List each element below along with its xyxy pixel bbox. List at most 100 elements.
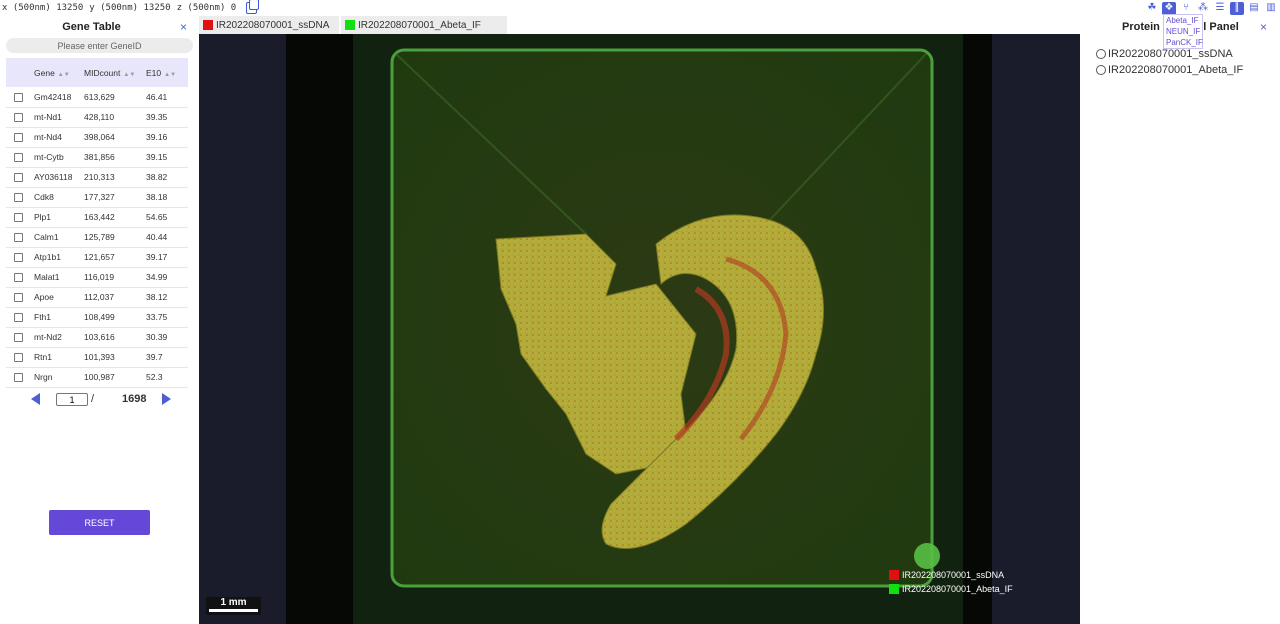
page-number-input[interactable] xyxy=(56,393,88,406)
table-row[interactable]: Atp1b1 121,657 39.17 xyxy=(6,247,188,267)
row-checkbox[interactable] xyxy=(14,273,23,283)
row-checkbox-cell xyxy=(6,267,30,287)
layer-option-abeta[interactable]: Abeta_IF xyxy=(1164,15,1202,26)
table-row[interactable]: mt-Nd4 398,064 39.16 xyxy=(6,127,188,147)
table-row[interactable]: Gm42418 613,629 46.41 xyxy=(6,87,188,107)
cell-midcount: 210,313 xyxy=(84,172,115,182)
cell-e10: 33.75 xyxy=(146,312,168,322)
row-checkbox[interactable] xyxy=(14,233,23,243)
row-checkbox[interactable] xyxy=(14,213,23,223)
column-e10[interactable]: E10 ▲︎▼︎ xyxy=(142,58,188,87)
sort-icon[interactable]: ▲︎▼︎ xyxy=(58,72,70,78)
cell-midcount: 108,499 xyxy=(84,312,115,322)
table-row[interactable]: Fth1 108,499 33.75 xyxy=(6,307,188,327)
pagination: / 1698 xyxy=(0,390,199,408)
row-checkbox[interactable] xyxy=(14,92,23,102)
table-row[interactable]: Cdk8 177,327 38.18 xyxy=(6,187,188,207)
protein-option-ssdna[interactable]: IR202208070001_ssDNA xyxy=(1096,48,1233,60)
cell-gene: Nrgn xyxy=(34,372,53,382)
cell-midcount: 112,037 xyxy=(84,292,115,302)
row-checkbox[interactable] xyxy=(14,353,23,363)
tissue-image[interactable] xyxy=(286,34,992,624)
bars-icon[interactable]: ∥ xyxy=(1230,1,1244,15)
close-icon[interactable]: × xyxy=(1260,20,1267,34)
next-page-icon[interactable] xyxy=(162,393,171,405)
layer-option-neun[interactable]: NEUN_IF xyxy=(1164,26,1202,37)
table-row[interactable]: Malat1 116,019 34.99 xyxy=(6,267,188,287)
cell-midcount: 121,657 xyxy=(84,252,115,262)
table-row[interactable]: Nrgn 100,987 52.3 xyxy=(6,367,188,387)
table-row[interactable]: mt-Cytb 381,856 39.15 xyxy=(6,147,188,167)
channel-legend: IR202208070001_ssDNA IR202208070001_Abet… xyxy=(889,570,1013,598)
reset-button[interactable]: RESET xyxy=(49,510,150,535)
row-checkbox[interactable] xyxy=(14,133,23,143)
copy-icon[interactable] xyxy=(246,0,260,14)
legend-label: IR202208070001_ssDNA xyxy=(902,570,1005,580)
row-checkbox[interactable] xyxy=(14,253,23,263)
z-coordinate: z (500nm) 0 xyxy=(176,3,237,13)
row-checkbox-cell xyxy=(6,87,30,107)
close-icon[interactable]: × xyxy=(180,20,187,34)
table-row[interactable]: mt-Nd2 103,616 30.39 xyxy=(6,327,188,347)
row-checkbox[interactable] xyxy=(14,293,23,303)
scale-bar-line xyxy=(209,609,258,612)
row-checkbox[interactable] xyxy=(14,333,23,343)
row-checkbox[interactable] xyxy=(14,193,23,203)
radio-button[interactable] xyxy=(1096,65,1106,75)
color-swatch xyxy=(203,20,213,30)
cell-gene: Atp1b1 xyxy=(34,252,61,262)
row-checkbox[interactable] xyxy=(14,173,23,183)
row-checkbox-cell xyxy=(6,167,30,187)
cell-e10: 54.65 xyxy=(146,212,168,222)
layer-dropdown: Abeta_IF NEUN_IF PanCK_IF xyxy=(1163,14,1203,49)
cell-gene: mt-Nd4 xyxy=(34,132,62,142)
cell-midcount: 103,616 xyxy=(84,332,115,342)
table-row[interactable]: Apoe 112,037 38.12 xyxy=(6,287,188,307)
table-row[interactable]: mt-Nd1 428,110 39.35 xyxy=(6,107,188,127)
tree-icon[interactable]: ⑂ xyxy=(1179,2,1193,15)
cell-gene: mt-Nd1 xyxy=(34,112,62,122)
document-icon[interactable]: ▥ xyxy=(1264,2,1278,15)
cell-midcount: 163,442 xyxy=(84,212,115,222)
cell-e10: 39.7 xyxy=(146,352,163,362)
panel-title: Gene Table xyxy=(62,21,121,33)
tab-abeta-if[interactable]: IR202208070001_Abeta_IF xyxy=(341,16,507,34)
protein-panel: Protein Channel Panel × IR202208070001_s… xyxy=(1080,16,1280,624)
network-icon[interactable]: ⁂ xyxy=(1196,2,1210,15)
table-row[interactable]: Rtn1 101,393 39.7 xyxy=(6,347,188,367)
row-checkbox-cell xyxy=(6,287,30,307)
nodes-icon[interactable]: ❖ xyxy=(1162,1,1176,15)
cell-midcount: 101,393 xyxy=(84,352,115,362)
x-coordinate: x (500nm) 13250 xyxy=(2,3,84,13)
table-header: Gene ▲︎▼︎ MIDcount ▲︎▼︎ E10 ▲︎▼︎ xyxy=(6,58,188,87)
notes-icon[interactable]: ▤ xyxy=(1247,2,1261,15)
cell-midcount: 398,064 xyxy=(84,132,115,142)
sliders-icon[interactable]: ☰ xyxy=(1213,2,1227,15)
tab-label: IR202208070001_Abeta_IF xyxy=(358,19,481,31)
lasso-icon[interactable]: ☘ xyxy=(1145,2,1159,15)
row-checkbox-cell xyxy=(6,347,30,367)
cell-midcount: 428,110 xyxy=(84,112,115,122)
table-row[interactable]: Plp1 163,442 54.65 xyxy=(6,207,188,227)
gene-search-input[interactable] xyxy=(6,38,193,53)
sort-icon[interactable]: ▲︎▼︎ xyxy=(164,72,176,78)
layer-option-panck[interactable]: PanCK_IF xyxy=(1164,37,1203,48)
row-checkbox[interactable] xyxy=(14,113,23,123)
row-checkbox[interactable] xyxy=(14,313,23,323)
radio-button[interactable] xyxy=(1096,49,1106,59)
column-midcount[interactable]: MIDcount ▲︎▼︎ xyxy=(80,58,142,87)
tab-ssdna[interactable]: IR202208070001_ssDNA xyxy=(199,16,339,34)
image-viewer[interactable]: IR202208070001_ssDNA IR202208070001_Abet… xyxy=(199,34,1080,624)
sort-icon[interactable]: ▲︎▼︎ xyxy=(123,72,135,78)
row-checkbox[interactable] xyxy=(14,373,23,383)
cell-midcount: 613,629 xyxy=(84,91,115,102)
column-gene[interactable]: Gene ▲︎▼︎ xyxy=(30,58,80,87)
table-row[interactable]: Calm1 125,789 40.44 xyxy=(6,227,188,247)
row-checkbox[interactable] xyxy=(14,153,23,163)
cell-e10: 39.15 xyxy=(146,152,168,162)
row-checkbox-cell xyxy=(6,227,30,247)
protein-option-abeta-if[interactable]: IR202208070001_Abeta_IF xyxy=(1096,64,1243,76)
prev-page-icon[interactable] xyxy=(31,393,40,405)
cell-gene: Apoe xyxy=(34,292,54,302)
table-row[interactable]: AY036118 210,313 38.82 xyxy=(6,167,188,187)
